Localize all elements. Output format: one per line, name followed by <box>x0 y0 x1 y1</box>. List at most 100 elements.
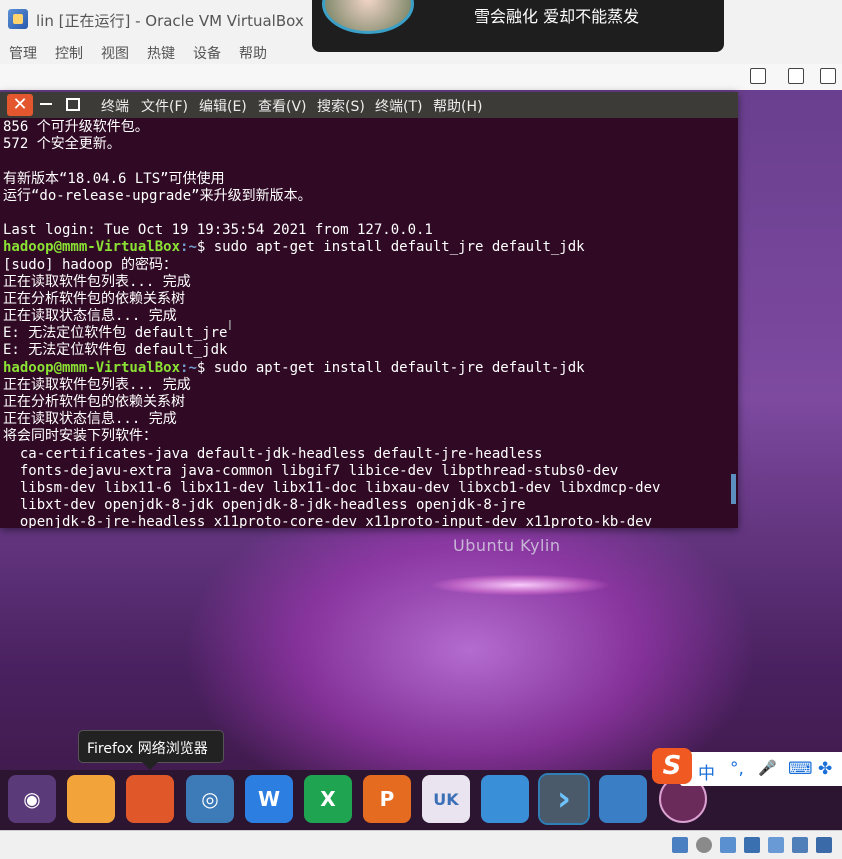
dock-item-workspace-switcher[interactable] <box>599 775 647 823</box>
terminal-line: 856 个可升级软件包。 <box>3 119 149 135</box>
dock-item-ubuntu-kylin-menu[interactable]: ◉ <box>8 775 56 823</box>
terminal-menu-terminal-t[interactable]: 终端(T) <box>375 96 422 116</box>
terminal-line: 正在分析软件包的依赖关系树 <box>3 394 185 410</box>
wps-presentation-icon: P <box>379 787 395 811</box>
terminal-menu-terminal[interactable]: 终端 <box>101 96 129 116</box>
vbox-menu-manage[interactable]: 管理 <box>9 43 37 63</box>
terminal-line: openjdk-8-jre-headless x11proto-core-dev… <box>3 514 653 528</box>
dock-item-wps-writer[interactable]: W <box>245 775 293 823</box>
avatar <box>322 0 414 34</box>
window-title: lin [正在运行] - Oracle VM VirtualBox <box>36 12 304 30</box>
dock-item-wps-spreadsheet[interactable]: X <box>304 775 352 823</box>
terminal-line: 运行“do-release-upgrade”来升级到新版本。 <box>3 187 312 204</box>
display-icon[interactable] <box>816 837 832 853</box>
notification-text: 雪会融化 爱却不能蒸发 <box>474 7 640 26</box>
software-center-icon: UK <box>433 789 459 809</box>
terminal-line: 572 个安全更新。 <box>3 136 121 153</box>
terminal-prompt-line: hadoop@mmm-VirtualBox:~$ sudo apt-get in… <box>3 239 728 256</box>
terminal-scrollbar[interactable] <box>731 474 736 504</box>
vbox-statusbar <box>0 830 842 859</box>
terminal-menu-file[interactable]: 文件(F) <box>141 96 188 116</box>
terminal-menu-edit[interactable]: 编辑(E) <box>199 96 247 116</box>
dock-item-firefox[interactable] <box>126 775 174 823</box>
sogou-ime-logo[interactable]: S <box>652 748 692 784</box>
usb-icon[interactable] <box>768 837 784 853</box>
terminal-menu-view[interactable]: 查看(V) <box>258 96 307 116</box>
terminal-line: [sudo] hadoop 的密码： <box>3 256 178 273</box>
keyboard-icon[interactable] <box>788 68 804 84</box>
dock-tooltip: Firefox 网络浏览器 <box>78 730 224 763</box>
terminal-line: 正在读取软件包列表... 完成 <box>3 376 191 393</box>
terminal-line: 正在读取状态信息... 完成 <box>3 411 177 428</box>
vbox-menu-hotkeys[interactable]: 热键 <box>147 43 175 63</box>
dock-item-software-center[interactable]: UK <box>422 775 470 823</box>
dock-item-terminal[interactable]: › <box>538 773 590 825</box>
workspace-switcher-icon <box>599 775 647 823</box>
terminal-line: fonts-dejavu-extra java-common libgif7 l… <box>3 462 619 479</box>
terminal-line: 正在分析软件包的依赖关系树 <box>3 290 185 307</box>
kylin-assistant-icon <box>481 775 529 823</box>
dock-item-kylin-assistant[interactable] <box>481 775 529 823</box>
dock-item-files[interactable] <box>67 775 115 823</box>
text-cursor-icon: I <box>228 319 232 334</box>
ime-punctuation-toggle[interactable]: °, <box>730 759 744 779</box>
wps-spreadsheet-icon: X <box>320 787 336 811</box>
terminal-output[interactable]: 856 个可升级软件包。 572 个安全更新。有新版本“18.04.6 LTS”可… <box>3 119 728 528</box>
notification-popup: 雪会融化 爱却不能蒸发 <box>312 0 724 52</box>
browser-icon: ◎ <box>201 787 219 811</box>
dock-item-browser[interactable]: ◎ <box>186 775 234 823</box>
terminal-line: Last login: Tue Oct 19 19:35:54 2021 fro… <box>3 222 433 239</box>
screen-settings-icon[interactable] <box>820 68 836 84</box>
terminal-line: libxt-dev openjdk-8-jdk openjdk-8-jdk-he… <box>3 497 526 514</box>
shared-folders-icon[interactable] <box>792 837 808 853</box>
terminal-menu-search[interactable]: 搜索(S) <box>317 96 365 116</box>
prompt-command: $ sudo apt-get install default_jre defau… <box>196 239 585 256</box>
microphone-icon[interactable]: 🎤 <box>758 759 777 777</box>
terminal-prompt-line: hadoop@mmm-VirtualBox:~$ sudo apt-get in… <box>3 360 728 377</box>
terminal-line: E: 无法定位软件包 default_jre <box>3 325 228 342</box>
vbox-menu-view[interactable]: 视图 <box>101 43 129 63</box>
vbox-menu-devices[interactable]: 设备 <box>193 43 221 63</box>
keyboard-icon[interactable]: ⌨ <box>788 759 813 779</box>
network-icon[interactable] <box>744 837 760 853</box>
vbox-menu-help[interactable]: 帮助 <box>239 43 267 63</box>
optical-drive-icon[interactable] <box>696 837 712 853</box>
vbox-toolbar <box>0 64 842 91</box>
terminal-window[interactable]: ✕ 终端 文件(F) 编辑(E) 查看(V) 搜索(S) 终端(T) 帮助(H)… <box>0 92 738 528</box>
terminal-menu-help[interactable]: 帮助(H) <box>433 96 482 116</box>
prompt-path: :~ <box>180 239 197 256</box>
wps-writer-icon: W <box>257 787 281 811</box>
terminal-line: E: 无法定位软件包 default_jdk <box>3 342 228 359</box>
terminal-line: 有新版本“18.04.6 LTS”可供使用 <box>3 170 225 187</box>
maximize-icon[interactable] <box>66 98 80 111</box>
desktop-brand: Ubuntu Kylin <box>453 536 561 555</box>
prompt-user: hadoop@mmm-VirtualBox <box>3 239 181 256</box>
terminal-line: 正在读取状态信息... 完成 <box>3 308 177 325</box>
harddisk-icon[interactable] <box>672 837 688 853</box>
terminal-icon: › <box>556 779 571 819</box>
prompt-command: $ sudo apt-get install default-jre defau… <box>196 359 585 376</box>
files-icon <box>67 775 115 823</box>
terminal-line: 将会同时安装下列软件： <box>3 428 157 445</box>
terminal-line: libsm-dev libx11-6 libx11-dev libx11-doc… <box>3 479 661 496</box>
seamless-mode-icon[interactable] <box>750 68 766 84</box>
tooltip-text: Firefox 网络浏览器 <box>87 741 208 757</box>
prompt-path: :~ <box>180 359 197 376</box>
terminal-titlebar[interactable]: ✕ 终端 文件(F) 编辑(E) 查看(V) 搜索(S) 终端(T) 帮助(H) <box>0 92 738 118</box>
ubuntu-kylin-menu-icon: ◉ <box>23 787 41 811</box>
ime-language-toggle[interactable]: 中 <box>698 759 715 784</box>
minimize-icon[interactable] <box>40 103 52 105</box>
tooltip-arrow <box>142 762 158 770</box>
close-icon[interactable]: ✕ <box>7 94 33 116</box>
vbox-menu-control[interactable]: 控制 <box>55 43 83 63</box>
terminal-line: ca-certificates-java default-jdk-headles… <box>3 445 543 462</box>
ime-apps-icon[interactable]: ✤ <box>818 759 832 779</box>
terminal-line: 正在读取软件包列表... 完成 <box>3 273 191 290</box>
virtualbox-app-icon <box>8 9 28 29</box>
firefox-icon <box>126 775 174 823</box>
audio-icon[interactable] <box>720 837 736 853</box>
prompt-user: hadoop@mmm-VirtualBox <box>3 359 181 376</box>
dock-item-wps-presentation[interactable]: P <box>363 775 411 823</box>
